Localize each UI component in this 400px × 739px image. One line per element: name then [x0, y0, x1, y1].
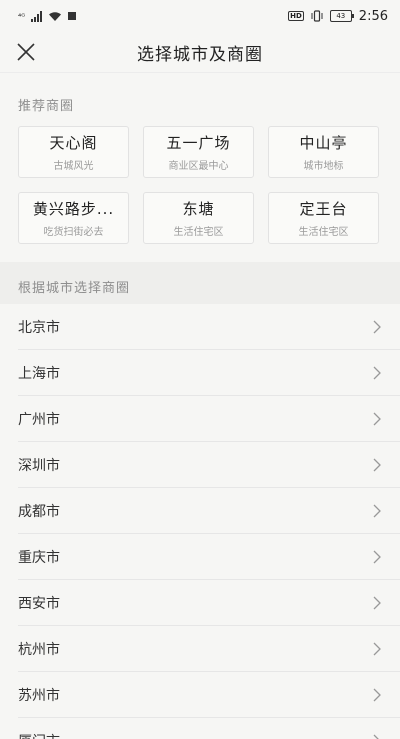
header: 选择城市及商圈: [0, 32, 400, 73]
vibrate-icon: [311, 10, 323, 22]
recommended-card[interactable]: 定王台 生活住宅区: [268, 192, 379, 244]
card-name: 五一广场: [166, 134, 231, 152]
city-name: 厦门市: [18, 731, 60, 739]
city-section-label: 根据城市选择商圈: [0, 274, 400, 304]
list-item[interactable]: 西安市: [18, 580, 400, 626]
hd-badge: HD: [288, 11, 304, 21]
card-name: 东塘: [182, 200, 215, 218]
list-item[interactable]: 重庆市: [18, 534, 400, 580]
card-name: 中山亭: [299, 134, 348, 152]
card-desc: 古城风光: [53, 161, 94, 172]
battery-level: 43: [336, 12, 346, 20]
screen: ⁴ᴳ HD 43 2:56 选择城市及商圈 推荐商圈 天心阁 古城风光 五一广场…: [0, 0, 400, 739]
list-item[interactable]: 杭州市: [18, 626, 400, 672]
card-desc: 生活住宅区: [298, 227, 349, 238]
city-list: 北京市 上海市 广州市 深圳市 成都市 重庆市 西安市 杭州市 苏州市: [0, 304, 400, 739]
list-item[interactable]: 厦门市: [18, 718, 400, 739]
wifi-icon: [49, 11, 62, 21]
chevron-right-icon: [373, 688, 381, 701]
chevron-right-icon: [373, 320, 381, 333]
city-name: 杭州市: [18, 641, 60, 658]
page-title: 选择城市及商圈: [137, 44, 263, 65]
chevron-right-icon: [373, 596, 381, 609]
list-item[interactable]: 上海市: [18, 350, 400, 396]
card-name: 定王台: [299, 200, 348, 218]
recommended-card[interactable]: 黄兴路步... 吃货扫街必去: [18, 192, 129, 244]
signal-icon: [31, 10, 43, 22]
chevron-right-icon: [373, 458, 381, 471]
city-name: 广州市: [18, 411, 60, 428]
close-button[interactable]: [14, 40, 38, 64]
list-item[interactable]: 成都市: [18, 488, 400, 534]
city-name: 重庆市: [18, 549, 60, 566]
card-desc: 生活住宅区: [173, 227, 224, 238]
card-name: 天心阁: [49, 134, 98, 152]
status-right: HD 43 2:56: [288, 9, 388, 24]
city-name: 西安市: [18, 595, 60, 612]
network-type: ⁴ᴳ: [18, 11, 26, 21]
card-name: 黄兴路步...: [32, 200, 115, 218]
recommended-section-label: 推荐商圈: [18, 99, 75, 114]
list-item[interactable]: 广州市: [18, 396, 400, 442]
recommended-card[interactable]: 东塘 生活住宅区: [143, 192, 254, 244]
chevron-right-icon: [373, 550, 381, 563]
chevron-right-icon: [373, 504, 381, 517]
battery-icon: 43: [329, 10, 354, 22]
list-item[interactable]: 北京市: [18, 304, 400, 350]
city-name: 成都市: [18, 503, 60, 520]
status-bar: ⁴ᴳ HD 43 2:56: [0, 0, 400, 32]
list-item[interactable]: 深圳市: [18, 442, 400, 488]
section-divider: [0, 262, 400, 274]
city-name: 上海市: [18, 365, 60, 382]
status-left: ⁴ᴳ: [18, 10, 77, 22]
recommended-card[interactable]: 天心阁 古城风光: [18, 126, 129, 178]
city-name: 深圳市: [18, 457, 60, 474]
chevron-right-icon: [373, 412, 381, 425]
notification-icon: [68, 12, 77, 20]
list-item[interactable]: 苏州市: [18, 672, 400, 718]
clock: 2:56: [358, 8, 388, 24]
card-desc: 城市地标: [303, 161, 344, 172]
close-icon: [17, 43, 35, 61]
recommended-grid: 天心阁 古城风光 五一广场 商业区最中心 中山亭 城市地标 黄兴路步... 吃货…: [0, 126, 400, 244]
city-name: 北京市: [18, 319, 60, 336]
city-name: 苏州市: [18, 687, 60, 704]
chevron-right-icon: [373, 366, 381, 379]
recommended-card[interactable]: 五一广场 商业区最中心: [143, 126, 254, 178]
card-desc: 商业区最中心: [168, 161, 229, 172]
chevron-right-icon: [373, 642, 381, 655]
recommended-card[interactable]: 中山亭 城市地标: [268, 126, 379, 178]
card-desc: 吃货扫街必去: [43, 227, 104, 238]
chevron-right-icon: [373, 734, 380, 739]
